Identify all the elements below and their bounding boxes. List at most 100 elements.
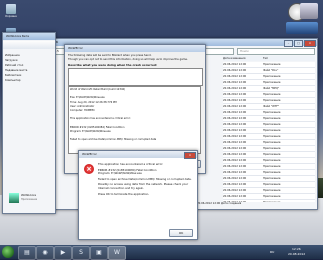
error-program: Program: E:\WoW\WoW\Wow.exe — [98, 171, 142, 176]
row-date: 20.06.2012 12:00 — [223, 63, 247, 66]
row-type: Приложение — [263, 183, 281, 186]
tray-language[interactable]: RU — [270, 250, 274, 254]
row-type: Приложение — [263, 177, 281, 180]
row-date: 20.06.2012 12:00 — [223, 165, 247, 168]
crash-intro: The following data will be sent to Blizz… — [68, 54, 152, 57]
log-line: Failed to open archive Data\common.MPQ: … — [70, 138, 157, 142]
error-titlebar[interactable]: WoWError — [79, 151, 197, 158]
error-title: WoWError — [82, 152, 97, 156]
row-type: Приложение — [263, 165, 281, 168]
small-explorer-window[interactable]: WoWLCore Бета Избранное Загрузки Рабочий… — [2, 32, 56, 214]
error-message: This application has encountered a criti… — [98, 162, 164, 166]
column-header: Дата изменения Тип — [223, 56, 315, 61]
row-date: 20.06.2012 12:00 — [223, 123, 247, 126]
row-type: Приложение — [263, 63, 281, 66]
tray-date[interactable]: 20.08.2012 — [288, 252, 305, 256]
row-type: Приложение — [263, 93, 281, 96]
explorer-window-controls: – □ × — [284, 40, 316, 47]
row-type: Приложение — [263, 81, 281, 84]
crash-log: World of Warcraft: Retail Build (build 1… — [68, 86, 201, 154]
col-date[interactable]: Дата изменения — [223, 56, 263, 61]
folder-icon: ▤ — [24, 249, 30, 256]
taskbar-explorer[interactable]: ▤ — [18, 246, 36, 260]
row-date: 20.06.2012 12:00 — [223, 117, 247, 120]
globe-icon: ◉ — [42, 249, 48, 256]
small-toolbar — [3, 41, 55, 49]
close-button[interactable]: × — [304, 40, 316, 47]
col-type[interactable]: Тип — [263, 56, 303, 61]
small-file-label: WoWLCore — [21, 193, 37, 197]
small-nav: Избранное Загрузки Рабочий стол Недавние… — [5, 53, 53, 83]
row-type: Приложение — [263, 99, 281, 102]
minimize-button[interactable]: – — [284, 40, 293, 47]
ok-label: OK — [178, 231, 184, 235]
file-list: 20.06.2012 12:00 Приложение 20.06.2012 12:… — [223, 62, 315, 202]
small-title: WoWLCore Бета — [6, 34, 29, 38]
folder-icon: ▣ — [96, 249, 102, 256]
row-type: Приложение — [263, 171, 281, 174]
row-date: 20.06.2012 12:00 — [223, 69, 247, 72]
skype-icon: S — [79, 249, 83, 256]
taskbar-browser[interactable]: ◉ — [36, 246, 54, 260]
weather-gadget[interactable] — [286, 22, 318, 34]
crash-describe-label: Describe what you were doing when the cr… — [68, 63, 158, 67]
row-date: 20.06.2012 12:00 — [223, 93, 247, 96]
error-close-button[interactable]: × — [184, 152, 196, 159]
row-type: Приложение — [263, 123, 281, 126]
error-dialog[interactable]: WoWError × × This application has encoun… — [78, 150, 198, 240]
small-file-sub: Приложение — [21, 198, 38, 201]
row-type: Приложение — [263, 153, 281, 156]
row-date: 20.06.2012 12:00 — [223, 75, 247, 78]
tray-time[interactable]: 12:26 — [292, 247, 301, 251]
maximize-button[interactable]: □ — [294, 40, 303, 47]
search-placeholder: Поиск — [240, 49, 249, 53]
error-text-block: This application has encountered a criti… — [98, 162, 194, 196]
row-date: 20.06.2012 12:00 — [223, 111, 247, 114]
row-type: Приложение — [263, 129, 281, 132]
row-date: 20.06.2012 12:00 — [223, 105, 247, 108]
row-type: Приложение — [263, 75, 281, 78]
row-date: 20.06.2012 12:00 — [223, 153, 247, 156]
taskbar-folder[interactable]: ▣ — [90, 246, 108, 260]
row-date: 20.06.2012 12:00 — [223, 147, 247, 150]
crash-titlebar[interactable]: WoWError — [65, 45, 205, 52]
small-titlebar[interactable]: WoWLCore Бета — [3, 33, 55, 40]
row-type: Приложение — [263, 135, 281, 138]
row-date: 20.06.2012 12:00 — [223, 189, 247, 192]
row-type: Приложение — [263, 159, 281, 162]
crash-describe-input[interactable] — [68, 68, 203, 86]
row-type: Файл "WTF" — [263, 105, 280, 108]
row-date: 20.06.2012 12:00 — [223, 99, 247, 102]
error-footer: Press OK to terminate the application. — [98, 191, 150, 196]
play-icon: ▶ — [60, 249, 66, 256]
row-date: 20.06.2012 12:00 — [223, 177, 247, 180]
game-icon: W — [114, 249, 120, 256]
taskbar-game[interactable]: W — [108, 246, 126, 260]
error-icon: × — [84, 164, 94, 174]
network-gadget[interactable] — [300, 3, 318, 19]
row-date: 20.06.2012 12:00 — [223, 141, 247, 144]
row-type: Приложение — [263, 195, 281, 198]
row-type: Файл "DLL" — [263, 69, 279, 72]
row-date: 20.06.2012 12:00 — [223, 81, 247, 84]
error-detail-1: Failed to open archive Data\common.MPQ: … — [98, 176, 192, 181]
taskbar: ▤ ◉ ▶ S ▣ W RU 12:26 20.08.2012 — [0, 245, 323, 260]
row-type: Приложение — [263, 147, 281, 150]
start-button[interactable] — [2, 246, 14, 258]
search-input[interactable]: Поиск — [237, 48, 315, 55]
recycle-bin-icon[interactable]: Корзина — [3, 4, 19, 18]
crash-intro-2: Though you can opt not to send this info… — [68, 58, 188, 61]
nav-item[interactable]: Компьютер — [5, 78, 53, 83]
row-type: Приложение — [263, 189, 281, 192]
row-date: 20.06.2012 12:00 — [223, 159, 247, 162]
row-date: 20.06.2012 12:00 — [223, 87, 247, 90]
ok-button[interactable]: OK — [169, 229, 193, 237]
taskbar-skype[interactable]: S — [72, 246, 90, 260]
row-date: 20.06.2012 12:00 — [223, 135, 247, 138]
error-detail-2: Possibly no access using data from the n… — [98, 182, 189, 190]
taskbar-media[interactable]: ▶ — [54, 246, 72, 260]
row-date: 20.06.2012 12:00 — [223, 129, 247, 132]
crash-title: WoWError — [68, 46, 83, 50]
small-file-icon[interactable] — [9, 193, 19, 203]
row-type: Файл "MPQ" — [263, 87, 280, 90]
